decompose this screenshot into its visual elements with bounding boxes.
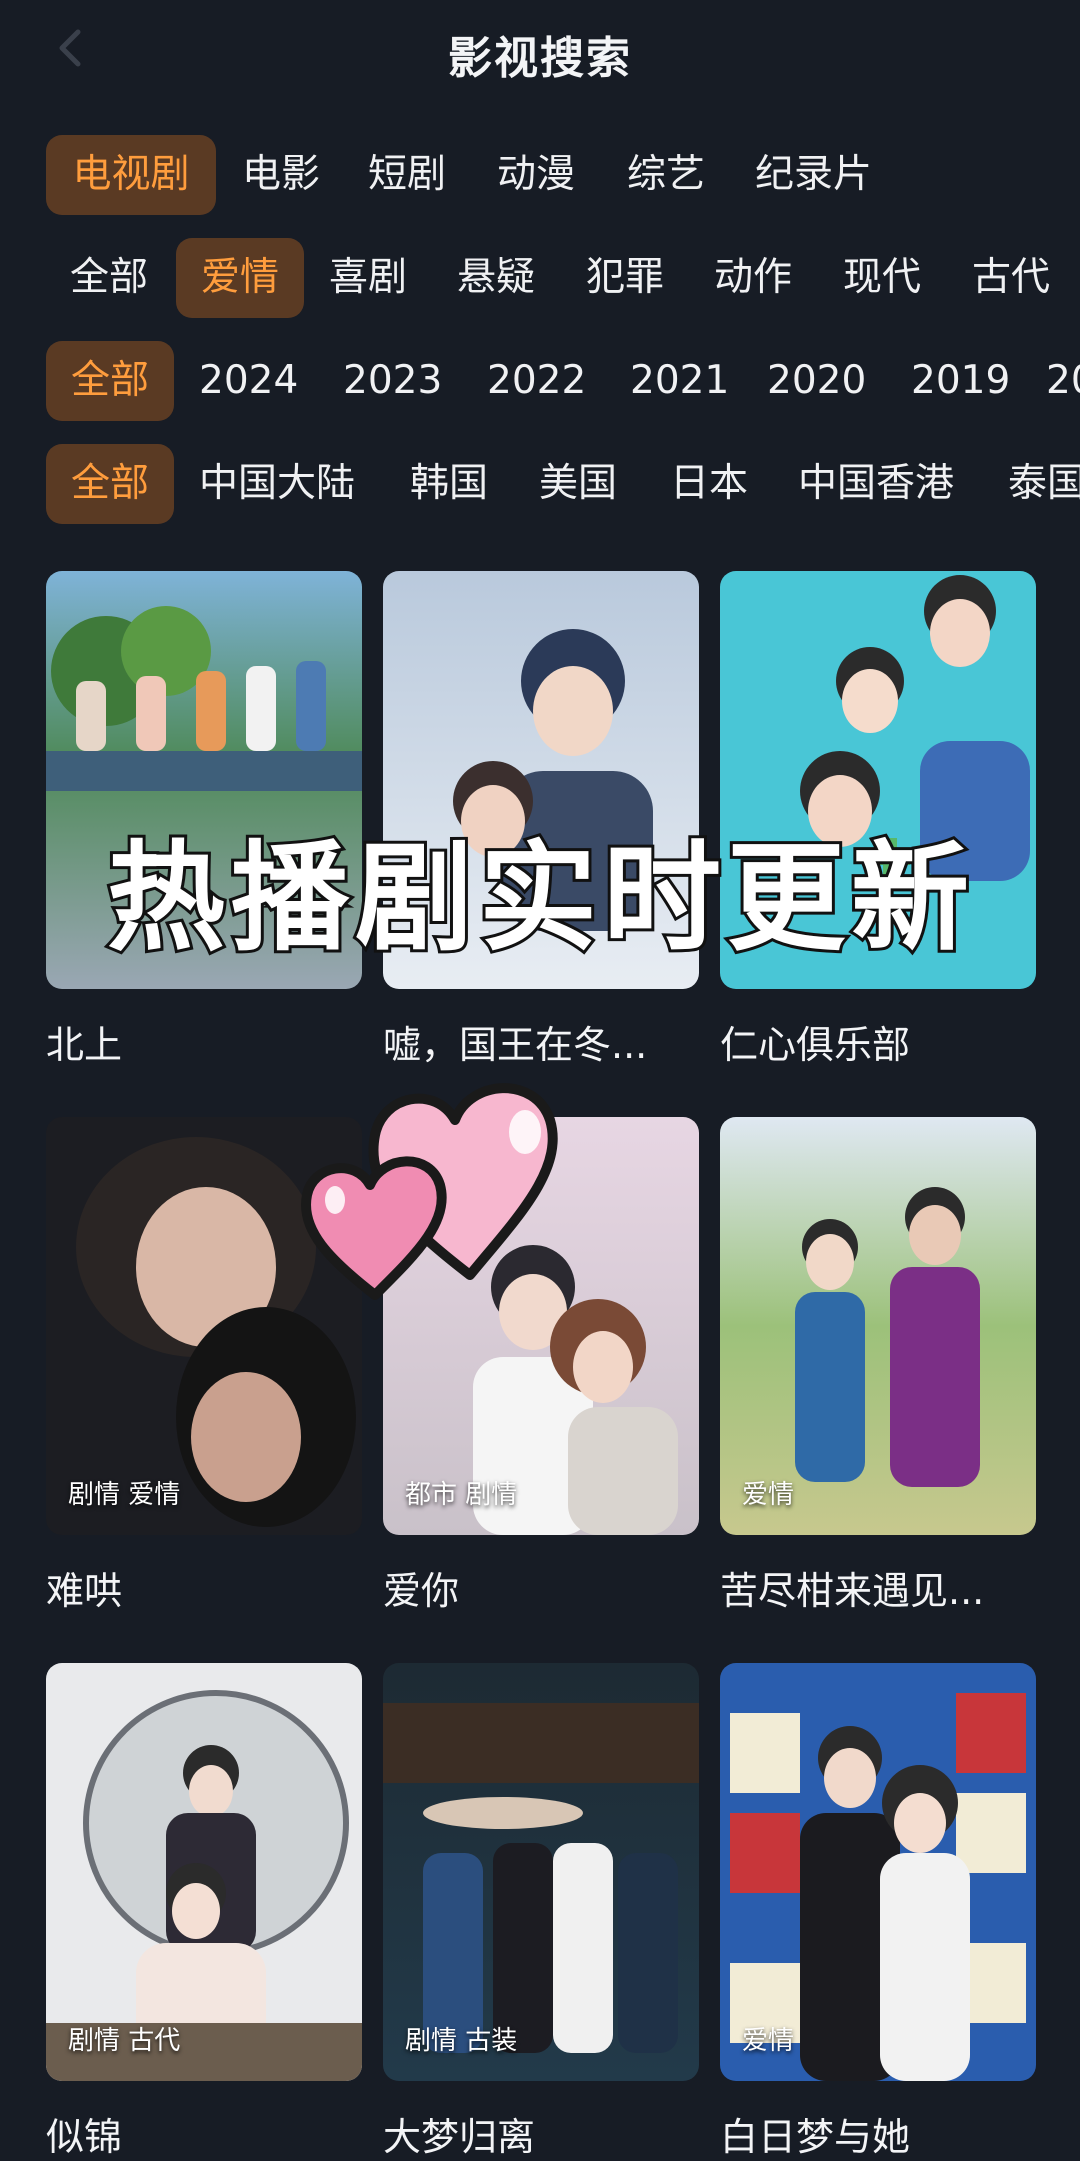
header: 影视搜索 [0,0,1080,110]
tab-documentary[interactable]: 纪录片 [755,135,872,215]
heart-stickers-icon [301,1083,558,1300]
page-title: 影视搜索 [448,33,632,84]
tab-tv-series[interactable]: 电视剧 [46,135,216,215]
genre-ancient[interactable]: 古代 [972,238,1050,318]
year-2019[interactable]: 2019 [911,341,1010,421]
poster-card[interactable]: 爱情 [720,1663,1036,2081]
genre-mystery[interactable]: 悬疑 [457,238,535,318]
region-hong-kong[interactable]: 中国香港 [798,444,954,524]
poster-title[interactable]: 大梦归离 [383,2106,535,2161]
year-2024[interactable]: 2024 [199,341,298,421]
genre-all[interactable]: 全部 [70,238,148,318]
genre-modern[interactable]: 现代 [843,238,921,318]
poster-image [383,1663,699,2081]
year-all[interactable]: 全部 [46,341,174,421]
genre-crime[interactable]: 犯罪 [586,238,664,318]
genre-comedy[interactable]: 喜剧 [329,238,407,318]
region-all[interactable]: 全部 [46,444,174,524]
poster-image [720,1117,1036,1535]
poster-card[interactable]: 爱情 [720,1117,1036,1535]
tab-variety[interactable]: 综艺 [627,135,705,215]
poster-image [46,1663,362,2081]
poster-title[interactable]: 爱你 [383,1560,459,1615]
genre-tags: 爱情 [742,1480,795,1510]
poster-image [720,1663,1036,2081]
genre-filter: 全部 爱情 喜剧 悬疑 犯罪 动作 现代 古代 [0,238,1080,318]
poster-title[interactable]: 白日梦与她 [720,2106,910,2161]
poster-title[interactable]: 苦尽柑来遇见... [720,1560,984,1615]
promo-headline: 热播剧实时更新 [104,826,975,970]
year-filter: 全部 2024 2023 2022 2021 2020 2019 20 [0,341,1080,421]
poster-card[interactable]: 剧情 古装 [383,1663,699,2081]
year-2022[interactable]: 2022 [487,341,586,421]
region-filter: 全部 中国大陆 韩国 美国 日本 中国香港 泰国 [0,444,1080,524]
poster-card[interactable]: 剧情 古代 [46,1663,362,2081]
category-tabs: 电视剧 电影 短剧 动漫 综艺 纪录片 [0,135,1080,215]
year-2021[interactable]: 2021 [630,341,729,421]
tab-movies[interactable]: 电影 [242,135,320,215]
poster-title[interactable]: 难哄 [46,1560,122,1615]
region-thailand[interactable]: 泰国 [1008,444,1080,524]
tab-anime[interactable]: 动漫 [497,135,575,215]
year-more[interactable]: 20 [1046,341,1080,421]
poster-title[interactable]: 仁心俱乐部 [720,1014,910,1069]
poster-title[interactable]: 似锦 [46,2106,122,2161]
region-usa[interactable]: 美国 [539,444,617,524]
poster-title[interactable]: 北上 [46,1014,122,1069]
genre-tags: 都市 剧情 [405,1480,518,1510]
genre-tags: 剧情 古代 [68,2026,181,2056]
genre-romance[interactable]: 爱情 [176,238,304,318]
genre-tags: 剧情 爱情 [68,1480,181,1510]
genre-tags: 爱情 [742,2026,795,2056]
year-2020[interactable]: 2020 [767,341,866,421]
tab-short-drama[interactable]: 短剧 [368,135,446,215]
genre-action[interactable]: 动作 [714,238,792,318]
region-japan[interactable]: 日本 [670,444,748,524]
region-korea[interactable]: 韩国 [410,444,488,524]
region-mainland-china[interactable]: 中国大陆 [199,444,355,524]
genre-tags: 剧情 古装 [405,2026,518,2056]
year-2023[interactable]: 2023 [343,341,442,421]
